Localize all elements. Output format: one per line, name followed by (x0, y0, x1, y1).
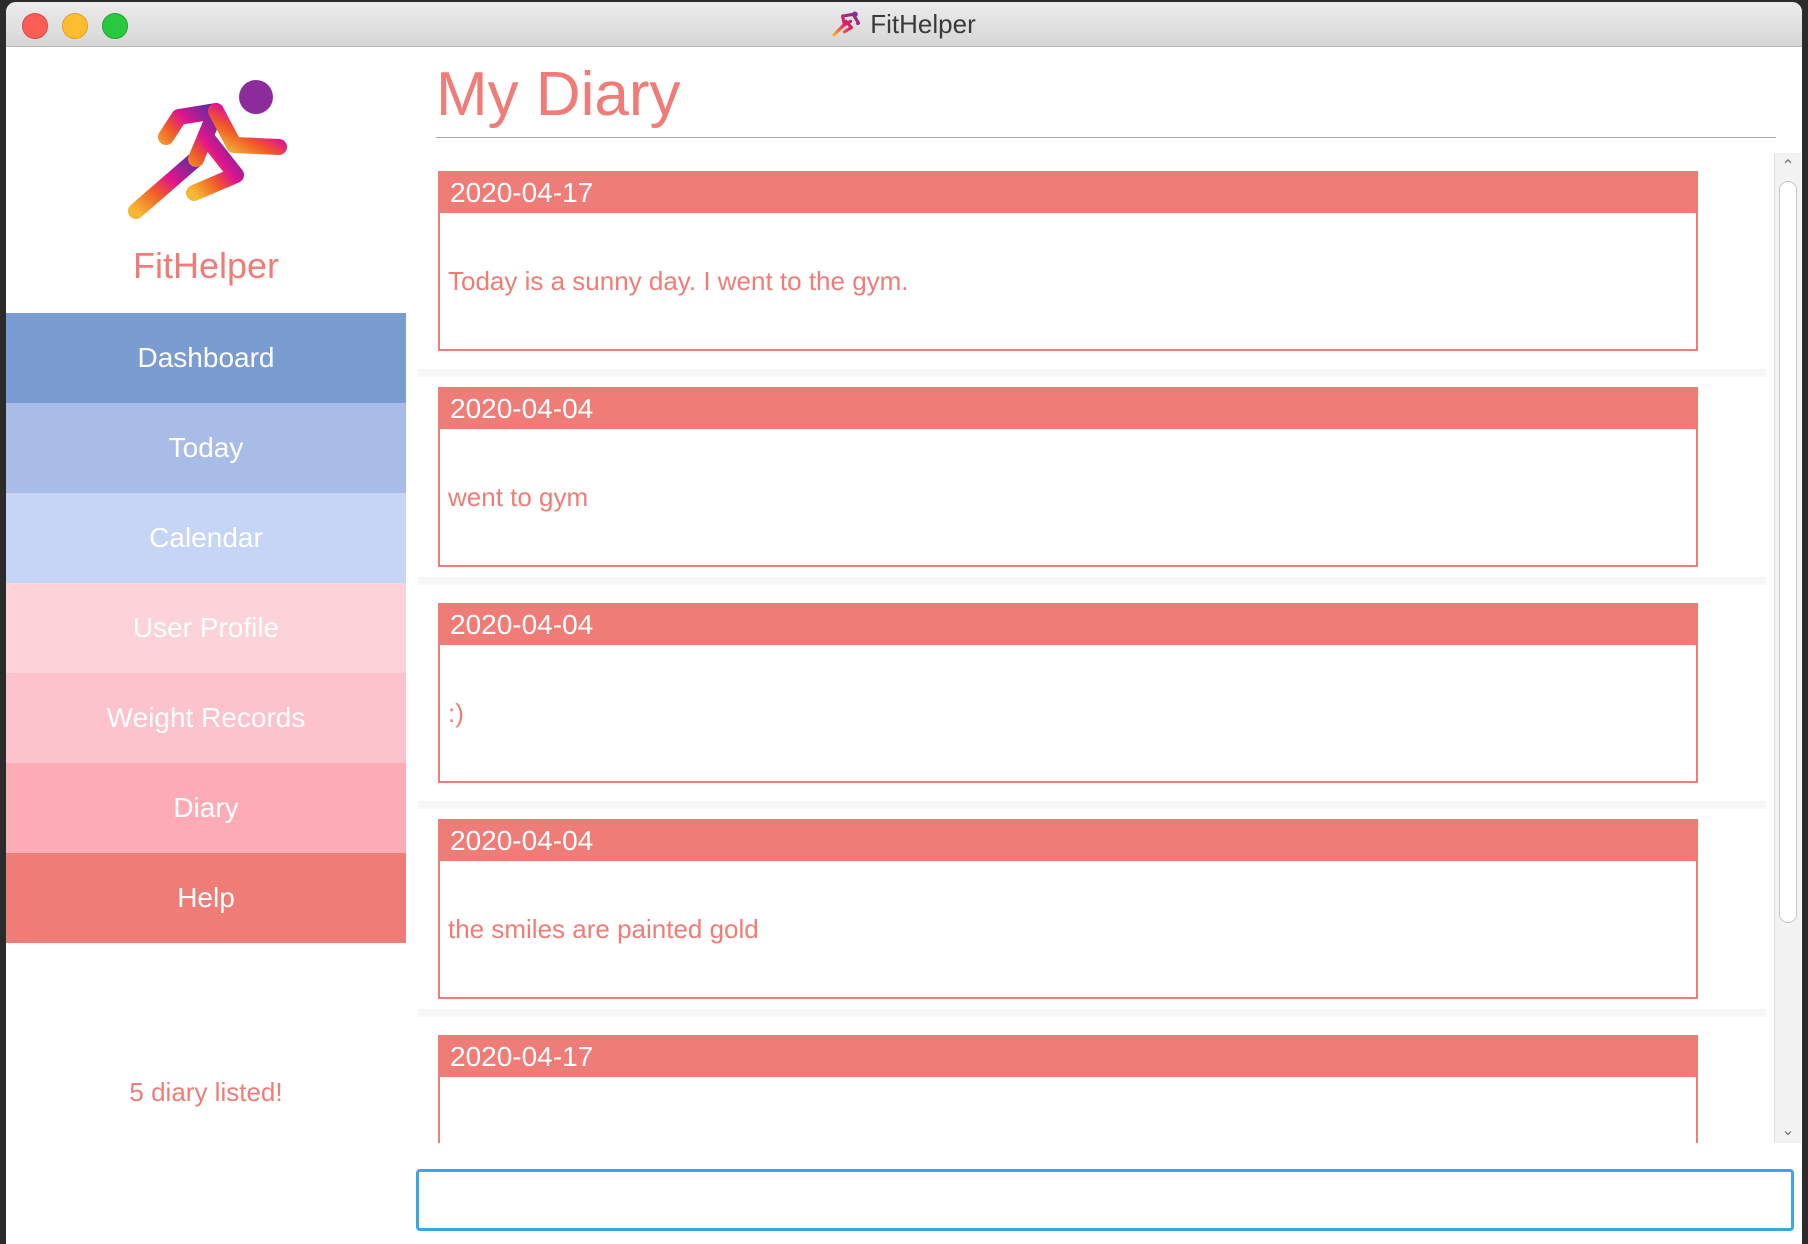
diary-card: 2020-04-04 :) (438, 603, 1698, 783)
diary-scrollbar[interactable]: ⌃ ⌄ (1774, 153, 1801, 1143)
sidebar-item-diary[interactable]: Diary (6, 763, 406, 853)
card-wrap: 2020-04-04 the smiles are painted gold (418, 809, 1766, 1009)
sidebar-item-weight-records[interactable]: Weight Records (6, 673, 406, 763)
main-panel: My Diary 2020-04-17 Today is a sunny day… (406, 47, 1802, 1244)
diary-content: whee (440, 1077, 1696, 1143)
running-person-icon (832, 11, 861, 37)
diary-content: the smiles are painted gold (448, 913, 759, 944)
list-item[interactable]: 2020-04-04 the smiles are painted gold (418, 801, 1766, 1017)
diary-card: 2020-04-17 Today is a sunny day. I went … (438, 171, 1698, 351)
diary-content: went to gym (448, 481, 589, 512)
chevron-up-icon[interactable]: ⌃ (1775, 155, 1801, 177)
diary-card: 2020-04-04 went to gym (438, 387, 1698, 567)
running-person-icon (128, 80, 287, 219)
diary-date: 2020-04-04 (440, 821, 1696, 861)
sidebar-nav: Dashboard Today Calendar User Profile We… (6, 313, 406, 943)
diary-list[interactable]: 2020-04-17 Today is a sunny day. I went … (418, 153, 1766, 1143)
diary-card: 2020-04-04 the smiles are painted gold (438, 819, 1698, 999)
sidebar-item-help[interactable]: Help (6, 853, 406, 943)
card-wrap: 2020-04-04 went to gym (418, 377, 1766, 577)
list-item[interactable]: 2020-04-04 :) (418, 585, 1766, 801)
command-input[interactable] (416, 1169, 1794, 1231)
sidebar-item-today[interactable]: Today (6, 403, 406, 493)
app-window: FitHelper FitHelper Dashboard Today Cale… (6, 2, 1802, 1244)
title-divider (436, 137, 1776, 138)
diary-date: 2020-04-04 (440, 605, 1696, 645)
chevron-down-icon[interactable]: ⌄ (1775, 1119, 1801, 1141)
title-bar: FitHelper (6, 2, 1802, 47)
diary-date: 2020-04-17 (440, 1037, 1696, 1077)
sidebar-item-user-profile[interactable]: User Profile (6, 583, 406, 673)
diary-date: 2020-04-17 (440, 173, 1696, 213)
diary-content: Today is a sunny day. I went to the gym. (448, 265, 909, 296)
window-title: FitHelper (870, 8, 976, 39)
page-title: My Diary (436, 60, 681, 129)
diary-card: 2020-04-17 whee (438, 1035, 1698, 1143)
sidebar-item-calendar[interactable]: Calendar (6, 493, 406, 583)
title-group: FitHelper (6, 2, 1802, 46)
status-message: 5 diary listed! (129, 1077, 283, 1107)
scroll-thumb[interactable] (1779, 181, 1797, 923)
list-item[interactable]: 2020-04-04 went to gym (418, 369, 1766, 585)
app-brand: FitHelper (132, 245, 280, 286)
list-item[interactable]: 2020-04-17 Today is a sunny day. I went … (418, 153, 1766, 369)
diary-content: :) (448, 697, 464, 728)
list-item[interactable]: 2020-04-17 whee (418, 1017, 1766, 1143)
diary-date: 2020-04-04 (440, 389, 1696, 429)
sidebar: FitHelper Dashboard Today Calendar User … (6, 47, 406, 1244)
sidebar-item-dashboard[interactable]: Dashboard (6, 313, 406, 403)
